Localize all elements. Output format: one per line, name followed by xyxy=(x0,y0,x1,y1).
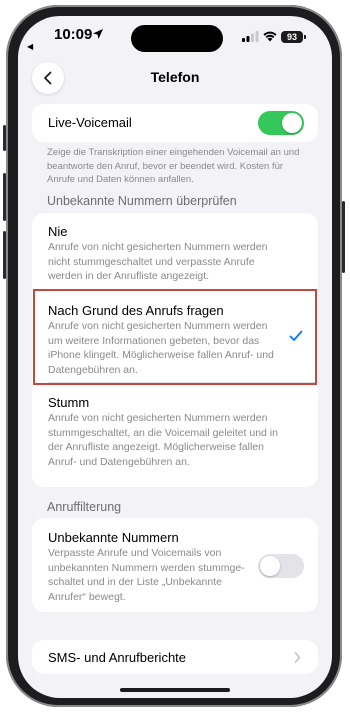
unknown-callers-row[interactable]: Unbekannte Nummern Verpasste Anrufe und … xyxy=(32,518,318,612)
battery-indicator: 93 xyxy=(281,31,303,43)
live-voicemail-toggle[interactable] xyxy=(258,111,304,135)
unknown-callers-description: Verpasste Anrufe und Voicemails von unbe… xyxy=(48,547,245,603)
cellular-signal-icon xyxy=(242,31,259,42)
volume-down-button xyxy=(3,231,6,279)
battery-tip xyxy=(304,35,306,39)
section-header-unknown-numbers: Unbekannte Nummern überprüfen xyxy=(47,194,237,208)
section-header-call-filtering: Anruffilterung xyxy=(47,500,122,514)
sms-call-reports-label: SMS- und Anrufberichte xyxy=(48,650,187,665)
wifi-icon xyxy=(263,31,277,42)
option-mute[interactable]: Stumm Anrufe von nicht gesicherten Numme… xyxy=(32,383,318,487)
back-to-app-icon[interactable]: ◀ xyxy=(27,42,33,51)
dynamic-island xyxy=(131,25,223,52)
option-description: Anrufe von nicht gesicherten Nummern wer… xyxy=(48,241,268,282)
live-voicemail-footnote: Zeige die Transkription einer eingehende… xyxy=(47,147,300,185)
status-time: 10:09 xyxy=(54,26,93,43)
sms-call-reports-row[interactable]: SMS- und Anrufberichte xyxy=(32,640,318,674)
page-title: Telefon xyxy=(150,69,200,85)
selection-highlight-box xyxy=(33,289,317,385)
option-description: Anrufe von nicht gesicherten Nummern wer… xyxy=(48,412,278,468)
option-title: Stumm xyxy=(48,395,90,410)
home-indicator xyxy=(120,688,230,692)
option-never[interactable]: Nie Anrufe von nicht gesicherten Nummern… xyxy=(32,213,318,289)
option-title: Nie xyxy=(48,224,68,239)
screen: 10:09 ◀ 93 Telefon Live-Voicemail Zeige … xyxy=(18,16,332,698)
live-voicemail-label: Live-Voicemail xyxy=(48,115,132,130)
location-arrow-icon xyxy=(93,29,103,39)
power-button xyxy=(342,201,345,273)
chevron-right-icon xyxy=(294,652,301,663)
toggle-knob xyxy=(260,556,280,576)
live-voicemail-row[interactable]: Live-Voicemail xyxy=(32,104,318,142)
unknown-callers-title: Unbekannte Nummern xyxy=(48,530,179,545)
status-bar: 10:09 ◀ 93 xyxy=(18,16,332,60)
unknown-callers-toggle[interactable] xyxy=(258,554,304,578)
toggle-knob xyxy=(282,113,302,133)
action-button xyxy=(3,125,6,151)
volume-up-button xyxy=(3,173,6,221)
